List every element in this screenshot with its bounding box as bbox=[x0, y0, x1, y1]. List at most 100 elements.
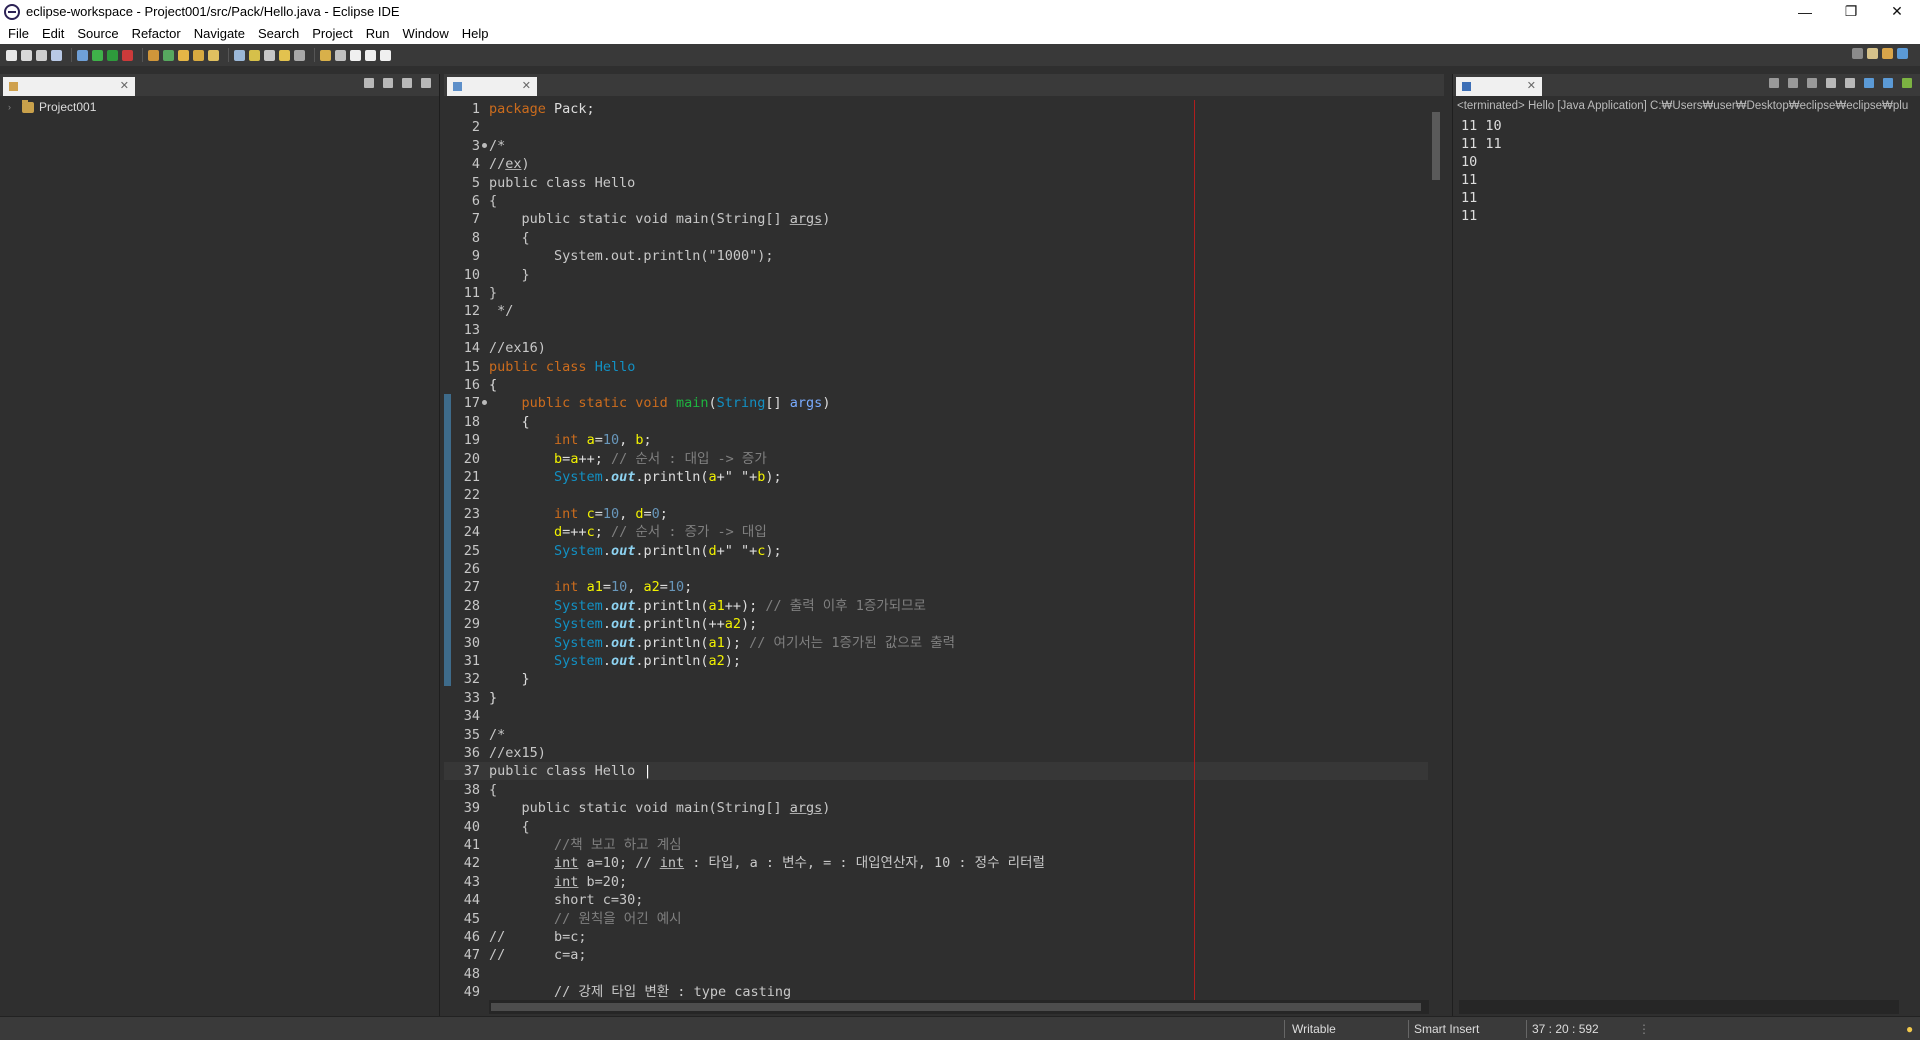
remove-launch-icon[interactable] bbox=[1788, 78, 1798, 88]
open-type-icon[interactable] bbox=[193, 49, 204, 61]
new-icon[interactable] bbox=[6, 49, 17, 61]
open-console-icon[interactable] bbox=[1902, 78, 1912, 88]
prev-edit-icon[interactable] bbox=[335, 49, 346, 61]
code-line[interactable]: 27 int a1=10, a2=10; bbox=[444, 578, 1428, 596]
menu-file[interactable]: File bbox=[3, 26, 37, 41]
code-line[interactable]: 48 bbox=[444, 965, 1428, 983]
close-icon[interactable]: ✕ bbox=[120, 79, 129, 92]
code-line[interactable]: 28 System.out.println(a1++); // 출력 이후 1증… bbox=[444, 597, 1428, 615]
console-vertical-scrollbar[interactable] bbox=[1906, 118, 1920, 998]
console-output[interactable]: 11 10 11 11 10 11 11 11 bbox=[1461, 117, 1502, 225]
code-line[interactable]: 21 System.out.println(a+" "+b); bbox=[444, 468, 1428, 486]
code-line[interactable]: 39 public static void main(String[] args… bbox=[444, 799, 1428, 817]
menu-window[interactable]: Window bbox=[398, 26, 457, 41]
code-line[interactable]: 9 System.out.println("1000"); bbox=[444, 247, 1428, 265]
code-line[interactable]: 47 // c=a; bbox=[444, 946, 1428, 964]
code-line[interactable]: 2 bbox=[444, 118, 1428, 136]
java-perspective-icon[interactable] bbox=[1882, 48, 1893, 59]
prev-annotation-icon[interactable] bbox=[249, 49, 260, 61]
scrollbar-thumb[interactable] bbox=[1432, 112, 1440, 180]
coverage-icon[interactable] bbox=[107, 49, 118, 61]
editor-vertical-scrollbar[interactable] bbox=[1428, 100, 1444, 1000]
code-line[interactable]: 13 bbox=[444, 321, 1428, 339]
code-line[interactable]: 46 // b=c; bbox=[444, 928, 1428, 946]
new-java-project-icon[interactable] bbox=[148, 49, 159, 61]
menu-search[interactable]: Search bbox=[253, 26, 307, 41]
save-icon[interactable] bbox=[21, 49, 32, 61]
display-selected-console-icon[interactable] bbox=[1883, 78, 1893, 88]
code-text-area[interactable]: 1 package Pack; 2 3 /* 4 //ex) 5 public class He… bbox=[444, 100, 1428, 1000]
code-line[interactable]: 36 //ex15) bbox=[444, 744, 1428, 762]
menu-source[interactable]: Source bbox=[72, 26, 126, 41]
new-package-icon[interactable] bbox=[163, 49, 174, 61]
console-horizontal-scrollbar[interactable] bbox=[1459, 1000, 1899, 1014]
menu-project[interactable]: Project bbox=[307, 26, 360, 41]
code-line[interactable]: 45 // 원칙을 어긴 예시 bbox=[444, 910, 1428, 928]
remove-all-icon[interactable] bbox=[1807, 78, 1817, 88]
toggle-mark-icon[interactable] bbox=[264, 49, 275, 61]
pin-editor-icon[interactable] bbox=[380, 49, 391, 61]
code-line[interactable]: 14 //ex16) bbox=[444, 339, 1428, 357]
code-line[interactable]: 38 { bbox=[444, 781, 1428, 799]
code-line[interactable]: 5 public class Hello bbox=[444, 174, 1428, 192]
code-line[interactable]: 35 /* bbox=[444, 726, 1428, 744]
close-icon[interactable]: ✕ bbox=[1527, 79, 1536, 92]
code-line[interactable]: 16 { bbox=[444, 376, 1428, 394]
new-class-icon[interactable] bbox=[178, 49, 189, 61]
menu-navigate[interactable]: Navigate bbox=[189, 26, 253, 41]
back-icon[interactable] bbox=[350, 49, 361, 61]
tab-package-explorer[interactable]: ✕ bbox=[3, 77, 135, 96]
debug-perspective-icon[interactable] bbox=[1897, 48, 1908, 59]
code-line[interactable]: 34 bbox=[444, 707, 1428, 725]
menu-run[interactable]: Run bbox=[361, 26, 398, 41]
link-with-editor-icon[interactable] bbox=[383, 78, 393, 88]
terminate-icon[interactable] bbox=[1769, 78, 1779, 88]
code-line[interactable]: 49 // 강제 타입 변환 : type casting bbox=[444, 983, 1428, 1000]
search-icon[interactable] bbox=[208, 49, 219, 61]
tab-console[interactable]: ✕ bbox=[1456, 77, 1542, 96]
last-edit-icon[interactable] bbox=[279, 49, 290, 61]
quick-access-search-icon[interactable] bbox=[1852, 48, 1863, 59]
menu-refactor[interactable]: Refactor bbox=[127, 26, 189, 41]
code-line[interactable]: 18 { bbox=[444, 413, 1428, 431]
save-all-icon[interactable] bbox=[36, 49, 47, 61]
print-icon[interactable] bbox=[51, 49, 62, 61]
code-line[interactable]: 44 short c=30; bbox=[444, 891, 1428, 909]
fold-toggle-icon[interactable] bbox=[482, 400, 487, 406]
minimize-view-icon[interactable] bbox=[402, 78, 412, 88]
menu-edit[interactable]: Edit bbox=[37, 26, 72, 41]
code-line[interactable]: 10 } bbox=[444, 266, 1428, 284]
close-button[interactable]: ✕ bbox=[1874, 0, 1920, 23]
code-line[interactable]: 8 { bbox=[444, 229, 1428, 247]
debug-icon[interactable] bbox=[77, 49, 88, 61]
code-line[interactable]: 20 b=a++; // 순서 : 대입 -> 증가 bbox=[444, 450, 1428, 468]
code-line[interactable]: 43 int b=20; bbox=[444, 873, 1428, 891]
view-menu-icon[interactable] bbox=[421, 78, 431, 88]
code-line[interactable]: 40 { bbox=[444, 818, 1428, 836]
code-line[interactable]: 33} bbox=[444, 689, 1428, 707]
code-line[interactable]: 41 //책 보고 하고 계심 bbox=[444, 836, 1428, 854]
code-line[interactable]: 37 public class Hello | bbox=[444, 762, 1428, 781]
status-more-icon[interactable]: ⋮ bbox=[1638, 1022, 1650, 1036]
tip-lightbulb-icon[interactable]: ● bbox=[1906, 1022, 1913, 1036]
code-line[interactable]: 3 /* bbox=[444, 137, 1428, 155]
code-line[interactable]: 26 bbox=[444, 560, 1428, 578]
scrollbar-thumb[interactable] bbox=[491, 1003, 1421, 1011]
code-line[interactable]: 15 public class Hello bbox=[444, 358, 1428, 376]
run-icon[interactable] bbox=[92, 49, 103, 61]
code-line[interactable]: 6{ bbox=[444, 192, 1428, 210]
code-line[interactable]: 23 int c=10, d=0; bbox=[444, 505, 1428, 523]
code-line[interactable]: 17 public static void main(String[] args… bbox=[444, 394, 1428, 412]
tree-item-project[interactable]: › Project001 bbox=[8, 99, 96, 114]
collapse-all-icon[interactable] bbox=[364, 78, 374, 88]
code-line[interactable]: 1 package Pack; bbox=[444, 100, 1428, 118]
fold-toggle-icon[interactable] bbox=[482, 142, 487, 148]
code-line[interactable]: 30 System.out.println(a1); // 여기서는 1증가된 … bbox=[444, 634, 1428, 652]
code-line[interactable]: 19 int a=10, b; bbox=[444, 431, 1428, 449]
tab-hello-java[interactable]: ✕ bbox=[447, 77, 537, 96]
code-line[interactable]: 32 } bbox=[444, 670, 1428, 688]
code-line[interactable]: 31 System.out.println(a2); bbox=[444, 652, 1428, 670]
minimize-button[interactable]: — bbox=[1782, 0, 1828, 23]
code-line[interactable]: 7 public static void main(String[] args) bbox=[444, 210, 1428, 228]
open-perspective-icon[interactable] bbox=[1867, 48, 1878, 59]
